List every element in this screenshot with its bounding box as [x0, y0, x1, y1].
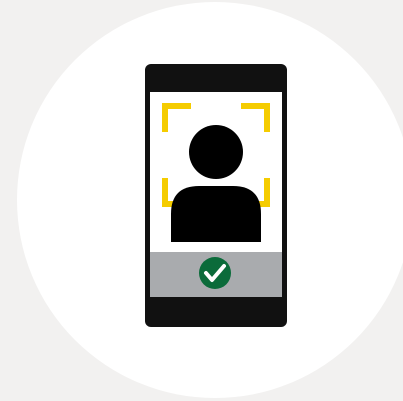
illustration-svg [17, 2, 403, 398]
person-shoulders [171, 186, 261, 242]
checkmark-circle-icon [199, 257, 231, 289]
face-verification-illustration [0, 0, 403, 401]
check-circle [199, 257, 231, 289]
person-head [189, 125, 243, 179]
